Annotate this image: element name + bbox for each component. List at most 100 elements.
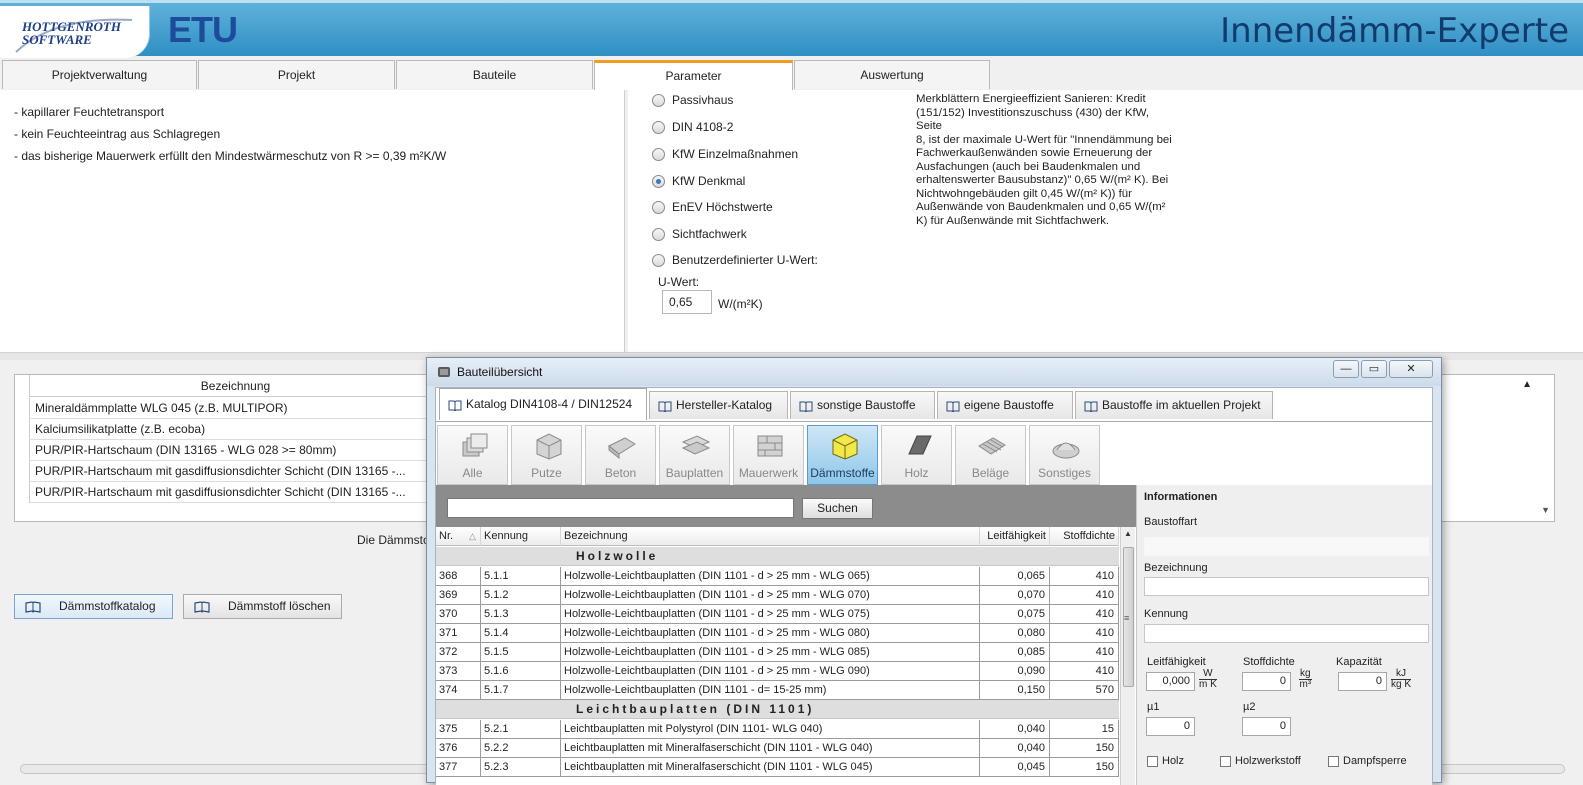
checkbox-box[interactable] [1147, 755, 1158, 767]
kennung-field[interactable] [1144, 624, 1429, 643]
checkbox-box[interactable] [1220, 755, 1231, 767]
table-row[interactable]: 370 5.1.3 Holzwolle-Leichtbauplatten (DI… [436, 605, 1119, 624]
mu2-field[interactable]: 0 [1242, 717, 1291, 736]
radio-circle[interactable] [652, 227, 665, 241]
category-sonstiges[interactable]: Sonstiges [1029, 425, 1100, 485]
category-bauplatten[interactable]: Bauplatten [659, 425, 730, 485]
stoffdichte-field[interactable]: 0 [1242, 672, 1291, 691]
radio-kfw-denkmal[interactable]: KfW Denkmal [652, 172, 745, 190]
scroll-up-icon[interactable]: ▲ [1522, 379, 1532, 390]
close-button[interactable]: ✕ [1389, 360, 1433, 378]
table-row[interactable]: Kalciumsilikatplatte (z.B. ecoba) [29, 419, 441, 440]
radio-circle[interactable] [652, 147, 665, 161]
header-nr[interactable]: Nr. △ [436, 527, 481, 546]
leitfaehigkeit-field[interactable]: 0,000 [1146, 672, 1195, 691]
category-daemmstoffe[interactable]: Dämmstoffe [807, 425, 878, 485]
table-header-bezeichnung[interactable]: Bezeichnung [29, 375, 441, 397]
table-row[interactable]: PUR/PIR-Hartschaum mit gasdiffusionsdich… [29, 482, 441, 503]
radio-circle[interactable] [652, 200, 665, 214]
table-row[interactable]: 373 5.1.6 Holzwolle-Leichtbauplatten (DI… [436, 662, 1119, 681]
tab-sonstige-baustoffe[interactable]: sonstige Baustoffe [790, 391, 935, 419]
daemmstoffkatalog-button[interactable]: Dämmstoffkatalog [14, 594, 173, 619]
kapazitaet-unit: kJ kg K [1391, 669, 1412, 690]
radio-sichtfachwerk[interactable]: Sichtfachwerk [652, 225, 747, 243]
checkbox-dampfsperre[interactable]: Dampfsperre [1328, 755, 1407, 767]
tab-projekt[interactable]: Projekt [198, 60, 395, 89]
checkbox-holz[interactable]: Holz [1147, 755, 1184, 767]
category-label: Dämmstoffe [810, 466, 875, 480]
search-button[interactable]: Suchen [802, 498, 873, 519]
kapazitaet-field[interactable]: 0 [1338, 672, 1387, 691]
cell-stoffdichte: 15 [1050, 720, 1119, 738]
radio-circle[interactable] [652, 93, 665, 107]
maximize-button[interactable]: ▭ [1361, 360, 1387, 378]
standards-panel: Passivhaus DIN 4108-2 KfW Einzelmaßnahme… [628, 90, 1583, 352]
radio-circle[interactable] [652, 253, 665, 267]
table-row[interactable]: PUR/PIR-Hartschaum mit gasdiffusionsdich… [29, 461, 441, 482]
concrete-icon [608, 437, 636, 460]
radio-circle[interactable] [652, 120, 665, 134]
header-bezeichnung[interactable]: Bezeichnung [561, 527, 980, 546]
cell-leitfaehigkeit: 0,090 [980, 662, 1050, 680]
uwert-input[interactable]: 0,65 [662, 290, 712, 314]
book-icon [194, 600, 210, 613]
table-row[interactable]: 368 5.1.1 Holzwolle-Leichtbauplatten (DI… [436, 567, 1119, 586]
tab-katalog[interactable]: Katalog DIN4108-4 / DIN12524 [439, 388, 647, 420]
tab-hersteller-katalog[interactable]: Hersteller-Katalog [649, 391, 788, 419]
cell-nr: 376 [436, 739, 481, 757]
table-row[interactable]: 375 5.2.1 Leichtbauplatten mit Polystyro… [436, 720, 1119, 739]
tab-baustoffe-im-projekt[interactable]: Baustoffe im aktuellen Projekt [1075, 391, 1273, 419]
radio-label: DIN 4108-2 [672, 120, 734, 134]
scroll-down-icon[interactable]: ▼ [1541, 505, 1550, 515]
radio-kfw-einzelmassnahmen[interactable]: KfW Einzelmaßnahmen [652, 145, 798, 163]
radio-din4108-2[interactable]: DIN 4108-2 [652, 118, 733, 136]
radio-benutzerdefiniert[interactable]: Benutzerdefinierter U-Wert: [652, 251, 818, 269]
dialog-titlebar[interactable]: Bauteilübersicht — ▭ ✕ [427, 358, 1441, 386]
tab-projektverwaltung[interactable]: Projektverwaltung [2, 60, 197, 89]
category-alle[interactable]: Alle [437, 425, 508, 485]
table-row[interactable]: PUR/PIR-Hartschaum (DIN 13165 - WLG 028 … [29, 440, 441, 461]
radio-enev-hoechstwerte[interactable]: EnEV Höchstwerte [652, 198, 773, 216]
category-beton[interactable]: Beton [585, 425, 656, 485]
leitfaehigkeit-label: Leitfähigkeit [1147, 656, 1206, 668]
mu1-field[interactable]: 0 [1146, 717, 1195, 736]
cell-kennung: 5.1.3 [481, 605, 561, 623]
tab-bauteile[interactable]: Bauteile [396, 60, 593, 89]
table-row[interactable]: 374 5.1.7 Holzwolle-Leichtbauplatten (DI… [436, 681, 1119, 700]
checkbox-box[interactable] [1328, 755, 1339, 767]
scroll-up-icon[interactable]: ▲ [1124, 529, 1132, 538]
header-stoffdichte[interactable]: Stoffdichte [1050, 527, 1119, 546]
tab-auswertung[interactable]: Auswertung [794, 60, 990, 89]
daemmstoff-loeschen-button[interactable]: Dämmstoff löschen [183, 594, 342, 619]
header-kennung[interactable]: Kennung [481, 527, 561, 546]
book-icon [799, 401, 813, 412]
table-row[interactable]: 369 5.1.2 Holzwolle-Leichtbauplatten (DI… [436, 586, 1119, 605]
bezeichnung-field[interactable] [1144, 577, 1429, 596]
cell-nr: 371 [436, 624, 481, 642]
tab-label: sonstige Baustoffe [817, 398, 916, 412]
category-mauerwerk[interactable]: Mauerwerk [733, 425, 804, 485]
table-row[interactable]: 371 5.1.4 Holzwolle-Leichtbauplatten (DI… [436, 624, 1119, 643]
cell-kennung: 5.2.1 [481, 720, 561, 738]
category-holz[interactable]: Holz [881, 425, 952, 485]
tab-parameter[interactable]: Parameter [594, 60, 793, 90]
cell-kennung: 5.1.2 [481, 586, 561, 604]
grid-scrollbar[interactable]: ▲ ≡ [1120, 527, 1135, 785]
checkbox-holzwerkstoff[interactable]: Holzwerkstoff [1220, 755, 1301, 767]
tab-eigene-baustoffe[interactable]: eigene Baustoffe [937, 391, 1073, 419]
category-putze[interactable]: Putze [511, 425, 582, 485]
radio-circle-checked[interactable] [652, 174, 665, 188]
radio-passivhaus[interactable]: Passivhaus [652, 91, 733, 109]
search-input[interactable] [447, 498, 794, 518]
minimize-button[interactable]: — [1333, 360, 1359, 378]
header-leitfaehigkeit[interactable]: Leitfähigkeit [980, 527, 1050, 546]
table-row[interactable]: Mineraldämmplatte WLG 045 (z.B. MULTIPOR… [29, 398, 441, 419]
sort-ascending-icon: △ [469, 531, 476, 541]
table-row[interactable]: 376 5.2.2 Leichtbauplatten mit Mineralfa… [436, 739, 1119, 758]
info-line: Nichtwohngebäuden gilt 0,45 W/(m² K)) fü… [916, 187, 1132, 200]
cell-bezeichnung: Holzwolle-Leichtbauplatten (DIN 1101 - d… [561, 624, 980, 642]
category-belaege[interactable]: Beläge [955, 425, 1026, 485]
table-row[interactable]: 377 5.2.3 Leichtbauplatten mit Mineralfa… [436, 758, 1119, 777]
table-row[interactable]: 372 5.1.5 Holzwolle-Leichtbauplatten (DI… [436, 643, 1119, 662]
cell-stoffdichte: 410 [1050, 567, 1119, 585]
